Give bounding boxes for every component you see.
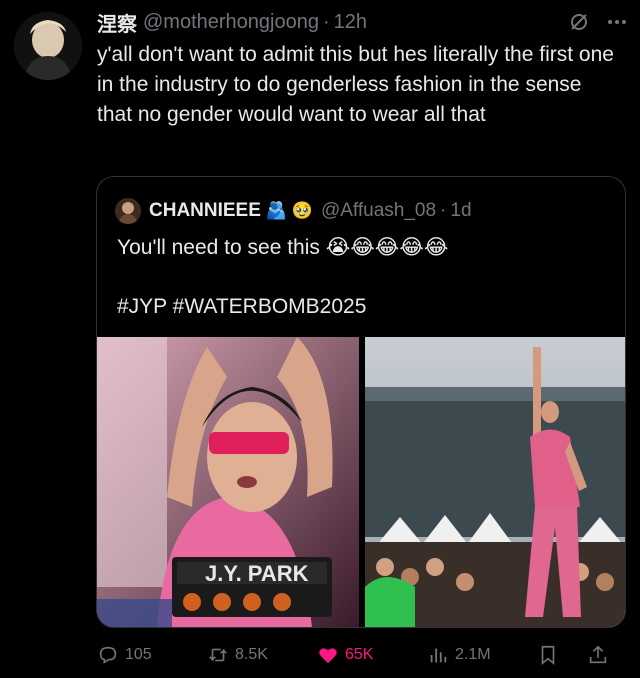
quote-tweet[interactable]: CHANNIEEE 🫂 🥹 @Affuash_08 · 1d You'll ne… (96, 176, 626, 628)
views-button[interactable]: 2.1M (427, 644, 537, 666)
reply-icon (99, 646, 117, 664)
more-icon[interactable] (606, 11, 628, 33)
like-icon (319, 648, 337, 664)
quote-author-handle[interactable]: @Affuash_08 (321, 200, 436, 222)
tweet-actions: 105 8.5K 65K 2.1M (97, 640, 627, 670)
tweet-text: y'all don't want to admit this but hes l… (97, 43, 614, 126)
stage-sign-text: J.Y. PARK (205, 561, 309, 586)
performer-closeup-image: J.Y. PARK (97, 337, 359, 627)
separator-dot: · (322, 10, 330, 33)
avatar-image (14, 12, 82, 80)
author-handle[interactable]: @motherhongjoong (143, 11, 319, 34)
quote-separator-dot: · (440, 200, 447, 221)
author-name[interactable]: 涅察 (97, 8, 137, 37)
retweet-count: 8.5K (235, 646, 268, 663)
stage-performance-image (365, 337, 625, 627)
bookmark-icon (541, 645, 555, 666)
quote-header: CHANNIEEE 🫂 🥹 @Affuash_08 · 1d (115, 197, 611, 225)
quote-text: You'll need to see this 😭😂😂😂😂 (117, 236, 449, 259)
views-icon (430, 648, 447, 663)
quote-avatar[interactable] (115, 198, 141, 224)
quote-hashtags[interactable]: #JYP #WATERBOMB2025 (117, 295, 366, 319)
quote-author-name[interactable]: CHANNIEEE (149, 200, 261, 222)
retweet-icon (209, 648, 227, 662)
tweet-time[interactable]: 12h (334, 11, 367, 34)
quote-time[interactable]: 1d (450, 200, 471, 222)
author-avatar[interactable] (14, 12, 82, 80)
no-cache-icon[interactable] (568, 11, 590, 33)
quote-media[interactable]: J.Y. PARK (97, 337, 625, 627)
share-button[interactable] (587, 644, 617, 666)
views-count: 2.1M (455, 646, 491, 663)
quote-avatar-image (115, 198, 141, 224)
quote-emoji-badges: 🫂 🥹 (265, 201, 313, 220)
share-icon (589, 645, 607, 664)
header-icons (568, 11, 628, 33)
retweet-button[interactable]: 8.5K (207, 644, 317, 666)
media-image-1[interactable]: J.Y. PARK (97, 337, 359, 627)
bookmark-button[interactable] (537, 644, 587, 666)
media-image-2[interactable] (365, 337, 625, 627)
reply-button[interactable]: 105 (97, 644, 207, 666)
like-button[interactable]: 65K (317, 644, 427, 666)
reply-count: 105 (125, 646, 152, 663)
tweet-header: 涅察 @motherhongjoong · 12h (97, 8, 628, 36)
like-count: 65K (345, 646, 374, 663)
